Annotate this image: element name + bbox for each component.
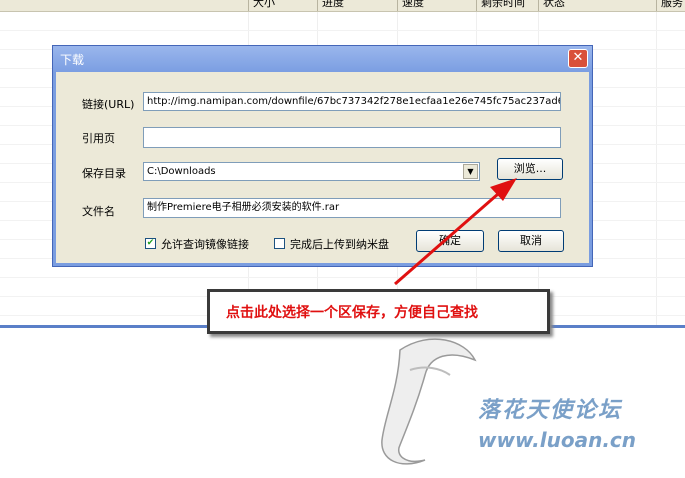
annotation-text: 点击此处选择一个区保存，方便自己查找 [226,305,478,321]
watermark-url: www.luoan.cn [478,428,637,452]
annotation-callout: 点击此处选择一个区保存，方便自己查找 [207,289,550,334]
watermark-name: 落花天使论坛 [478,398,623,423]
watermark-logo [381,338,477,465]
